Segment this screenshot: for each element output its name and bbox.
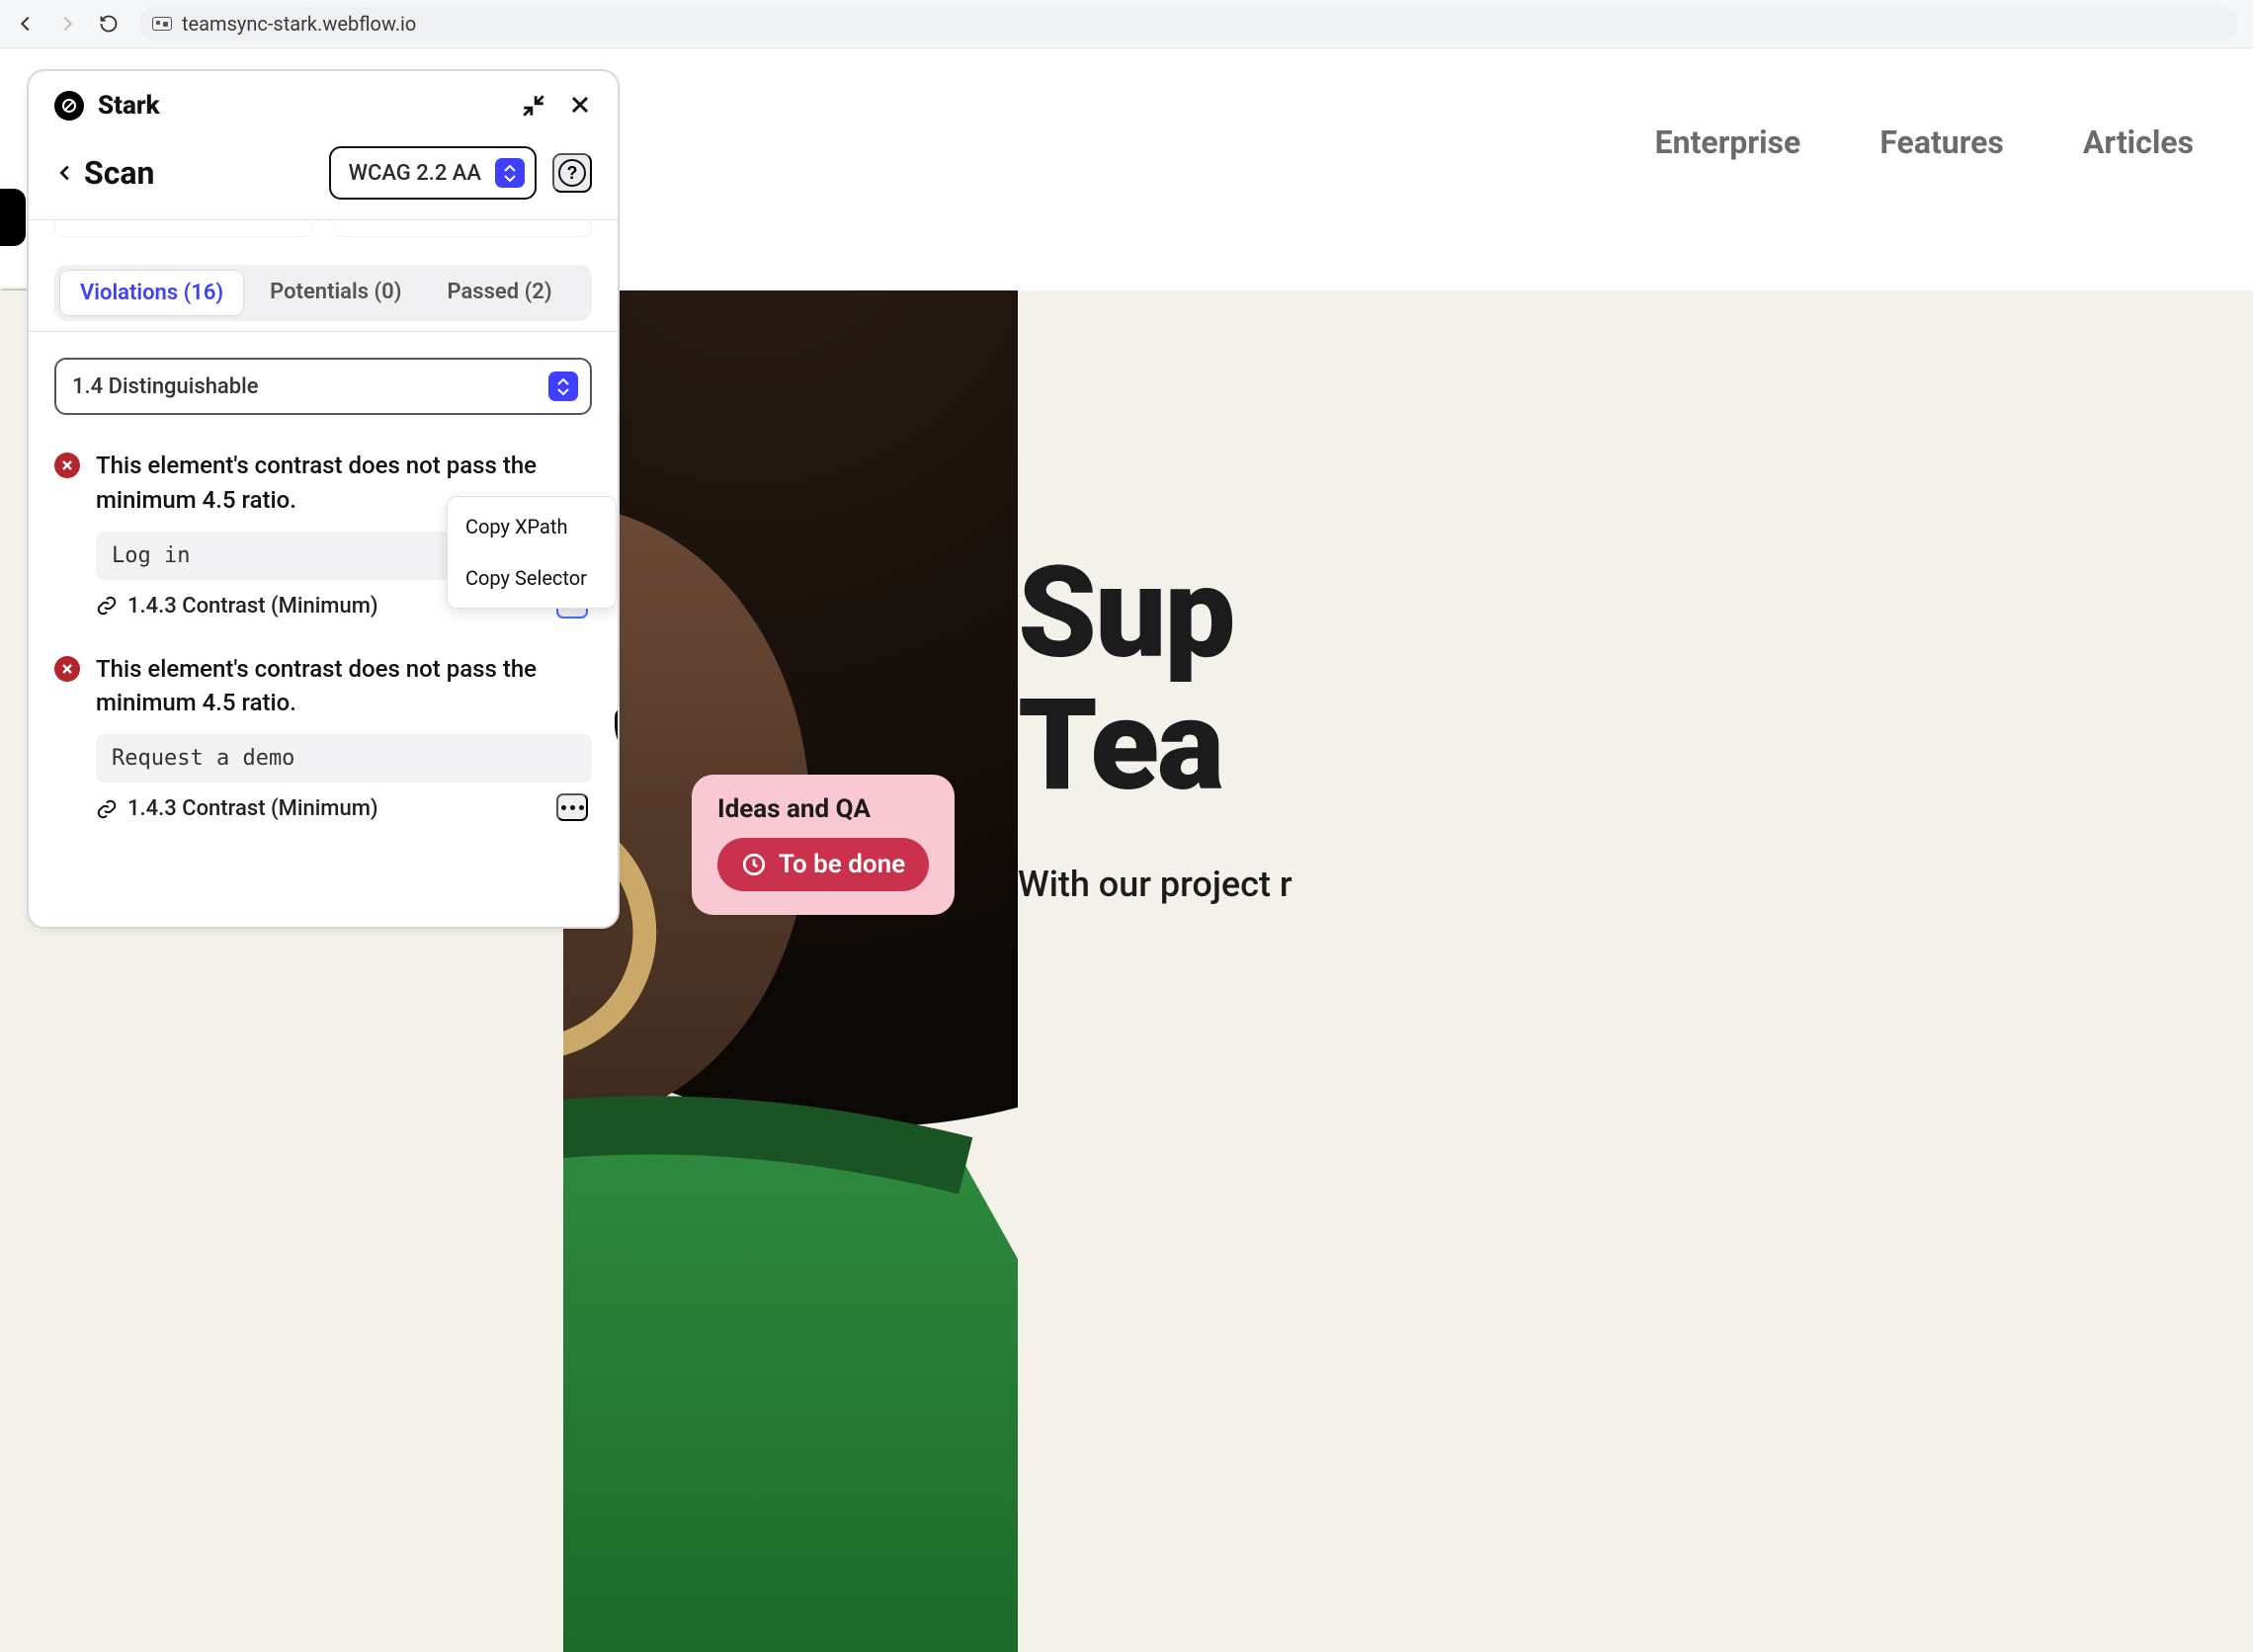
tab-potentials[interactable]: Potentials (0) xyxy=(250,270,421,316)
hero-headline: Sup Tea xyxy=(1018,547,1233,813)
nav-link-articles[interactable]: Articles xyxy=(2083,124,2194,161)
menu-copy-xpath[interactable]: Copy XPath xyxy=(448,501,616,552)
link-icon xyxy=(96,595,118,617)
hero-line-1: Sup xyxy=(1018,547,1233,680)
stark-panel: Stark Scan WCAG 2.2 AA xyxy=(27,69,620,929)
error-badge-icon xyxy=(54,453,80,478)
hero-subtitle: With our project r xyxy=(1018,864,1293,905)
violation-item: This element's contrast does not pass th… xyxy=(54,652,592,822)
tab-passed[interactable]: Passed (2) xyxy=(427,270,571,316)
result-tabs: Violations (16) Potentials (0) Passed (2… xyxy=(54,265,592,321)
url-text: teamsync-stark.webflow.io xyxy=(182,12,416,36)
wcag-category-select[interactable]: 1.4 Distinguishable xyxy=(54,358,592,415)
violation-message: This element's contrast does not pass th… xyxy=(96,652,592,721)
panel-header: Stark xyxy=(29,71,618,132)
hero-photo xyxy=(563,290,1018,1652)
hero-line-2: Tea xyxy=(1018,680,1233,812)
help-button[interactable]: ? xyxy=(552,153,592,193)
browser-toolbar: teamsync-stark.webflow.io xyxy=(0,0,2253,48)
qa-status-text: To be done xyxy=(779,850,905,879)
chevron-left-icon xyxy=(54,162,76,184)
minimize-button[interactable] xyxy=(521,93,546,119)
tab-violations[interactable]: Violations (16) xyxy=(59,270,244,316)
url-bar[interactable]: teamsync-stark.webflow.io xyxy=(138,7,2239,41)
site-info-icon[interactable] xyxy=(152,17,172,31)
menu-copy-selector[interactable]: Copy Selector xyxy=(448,552,616,604)
brand: Stark xyxy=(54,91,160,121)
qa-badge-title: Ideas and QA xyxy=(717,794,929,824)
nav-link-enterprise[interactable]: Enterprise xyxy=(1655,124,1801,161)
back-to-scan[interactable]: Scan xyxy=(54,154,154,192)
violation-more-button[interactable] xyxy=(556,793,588,821)
wcag-level-select[interactable]: WCAG 2.2 AA xyxy=(329,146,537,200)
summary-placeholder-row xyxy=(29,220,618,255)
category-label: 1.4 Distinguishable xyxy=(72,374,259,399)
clock-icon xyxy=(741,852,767,877)
wcag-level-label: WCAG 2.2 AA xyxy=(349,161,481,186)
select-stepper-icon xyxy=(548,372,578,401)
close-icon xyxy=(568,93,592,117)
stark-logo-icon xyxy=(54,91,84,121)
minimize-icon xyxy=(521,93,546,119)
brand-name: Stark xyxy=(98,91,160,121)
select-stepper-icon xyxy=(495,158,525,188)
error-badge-icon xyxy=(54,656,80,682)
qa-status-pill: To be done xyxy=(717,838,929,891)
close-button[interactable] xyxy=(568,93,592,119)
nav-forward-button[interactable] xyxy=(55,12,79,36)
nav-link-features[interactable]: Features xyxy=(1879,124,2004,161)
question-icon: ? xyxy=(558,159,586,187)
more-icon xyxy=(561,805,584,810)
qa-badge-card: Ideas and QA To be done xyxy=(692,775,955,915)
back-label: Scan xyxy=(84,154,154,192)
panel-toolbar: Scan WCAG 2.2 AA ? xyxy=(29,132,618,220)
nav-reload-button[interactable] xyxy=(97,12,121,36)
link-icon xyxy=(96,798,118,820)
nav-back-button[interactable] xyxy=(14,12,38,36)
violation-reference[interactable]: 1.4.3 Contrast (Minimum) xyxy=(96,796,592,821)
context-menu: Copy XPath Copy Selector xyxy=(447,496,617,609)
violation-element-text: Request a demo xyxy=(96,734,592,783)
